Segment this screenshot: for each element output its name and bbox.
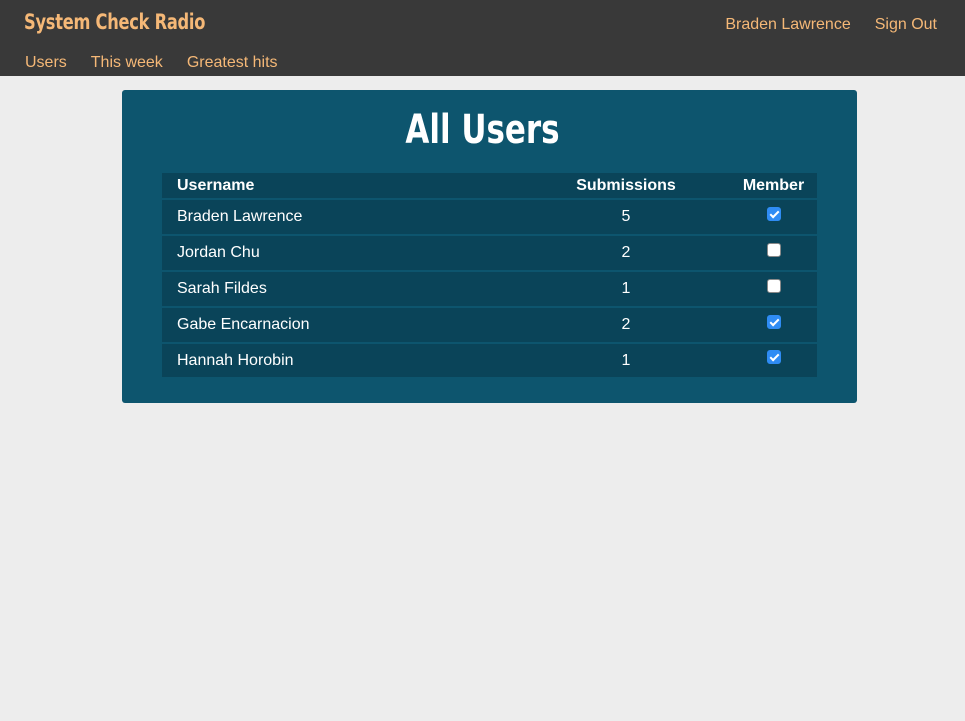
page-title: All Users	[405, 107, 560, 153]
username-cell: Braden Lawrence	[162, 199, 522, 236]
users-table: Username Submissions Member Braden Lawre…	[162, 173, 817, 377]
username-cell: Jordan Chu	[162, 235, 522, 272]
submissions-cell: 1	[522, 271, 730, 308]
table-row: Braden Lawrence 5	[162, 199, 817, 236]
username-cell: Hannah Horobin	[162, 343, 522, 377]
member-cell	[730, 199, 817, 236]
user-profile-link[interactable]: Braden Lawrence	[725, 16, 850, 34]
submissions-cell: 2	[522, 307, 730, 344]
submissions-cell: 5	[522, 199, 730, 236]
member-checkbox[interactable]	[766, 350, 781, 365]
nav-link-greatest-hits[interactable]: Greatest hits	[187, 54, 278, 72]
member-cell	[730, 271, 817, 308]
submissions-cell: 2	[522, 235, 730, 272]
main-nav: Users This week Greatest hits	[25, 54, 278, 72]
column-header-member: Member	[730, 173, 817, 200]
member-checkbox[interactable]	[766, 242, 781, 257]
member-checkbox[interactable]	[766, 206, 781, 221]
column-header-submissions: Submissions	[522, 173, 730, 200]
table-header-row: Username Submissions Member	[162, 173, 817, 200]
nav-link-this-week[interactable]: This week	[91, 54, 163, 72]
brand-logo[interactable]: System Check Radio	[24, 10, 205, 34]
table-row: Gabe Encarnacion 2	[162, 307, 817, 344]
member-checkbox[interactable]	[766, 278, 781, 293]
top-navbar: System Check Radio Braden Lawrence Sign …	[0, 0, 965, 76]
table-row: Jordan Chu 2	[162, 235, 817, 272]
member-cell	[730, 235, 817, 272]
member-cell	[730, 343, 817, 377]
column-header-username: Username	[162, 173, 522, 200]
submissions-cell: 1	[522, 343, 730, 377]
nav-link-users[interactable]: Users	[25, 54, 67, 72]
username-cell: Sarah Fildes	[162, 271, 522, 308]
table-row: Sarah Fildes 1	[162, 271, 817, 308]
sign-out-link[interactable]: Sign Out	[875, 16, 937, 34]
user-nav: Braden Lawrence Sign Out	[725, 16, 937, 34]
username-cell: Gabe Encarnacion	[162, 307, 522, 344]
member-cell	[730, 307, 817, 344]
member-checkbox[interactable]	[766, 314, 781, 329]
table-row: Hannah Horobin 1	[162, 343, 817, 377]
